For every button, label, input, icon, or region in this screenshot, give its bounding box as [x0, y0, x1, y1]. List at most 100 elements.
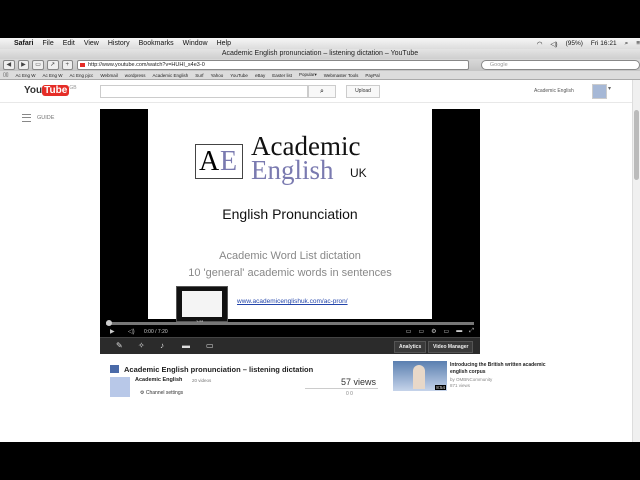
menu-edit[interactable]: Edit — [63, 40, 75, 47]
screen: Safari File Edit View History Bookmarks … — [0, 38, 640, 442]
like-bar — [305, 388, 378, 389]
progress-buffer — [106, 322, 474, 325]
user-name[interactable]: Academic English — [534, 88, 574, 94]
menu-file[interactable]: File — [42, 40, 53, 47]
analytics-button[interactable]: Analytics — [394, 341, 427, 353]
bookmark-item[interactable]: Yahoo — [211, 73, 224, 78]
page-scrollbar[interactable] — [632, 80, 640, 442]
menu-help[interactable]: Help — [217, 40, 231, 47]
yt-search-button[interactable]: ⌕ — [308, 85, 336, 98]
clock[interactable]: Fri 16:21 — [591, 40, 617, 47]
logo-tube: Tube — [42, 85, 70, 96]
slide-uk: UK — [350, 166, 367, 180]
channel-settings-link[interactable]: Channel settings — [140, 390, 183, 396]
video-manager-button[interactable]: Video Manager — [428, 341, 474, 353]
related-duration: 8:54 — [435, 385, 446, 390]
bookmark-item[interactable]: Popular▾ — [299, 72, 317, 78]
scroll-thumb[interactable] — [634, 110, 639, 180]
forward-button[interactable]: ▶ — [17, 60, 30, 70]
bookmark-item[interactable]: Academic English — [153, 73, 189, 78]
bookmark-item[interactable]: wordpress — [125, 73, 146, 78]
music-note-icon[interactable]: ♪ — [160, 341, 164, 350]
reading-list-icon[interactable]: ▯▯ — [3, 72, 9, 78]
ae-logo-box: A E — [195, 144, 243, 179]
pencil-icon[interactable]: ✎ — [116, 341, 123, 350]
magic-wand-icon[interactable]: ✧ — [138, 341, 145, 350]
bookmark-item[interactable]: Surf — [195, 73, 203, 78]
bookmark-item[interactable]: PayPal — [365, 73, 379, 78]
slide-subtitle-1: Academic Word List dictation — [219, 250, 361, 262]
bookmark-item[interactable]: Ac Eng W — [43, 73, 63, 78]
bookmarks-bar: ▯▯ Ac Eng W Ac Eng W Ac Eng pjcc Webmail… — [0, 71, 640, 80]
related-video-views: 871 views — [450, 383, 471, 388]
menu-extras: ◠ ◁) (95%) Fri 16:21 ⌕ ≡ — [529, 40, 640, 48]
related-thumb-person — [413, 365, 425, 389]
slide-url: www.academicenglishuk.com/ac-pron/ — [237, 298, 348, 305]
add-bookmark-button[interactable]: + — [61, 60, 74, 70]
menu-history[interactable]: History — [108, 40, 130, 47]
bookmark-item[interactable]: eBay — [255, 73, 265, 78]
progress-knob[interactable] — [106, 320, 112, 326]
seek-preview-image — [182, 291, 222, 317]
menu-view[interactable]: View — [84, 40, 99, 47]
guide-label: GUIDE — [37, 115, 55, 121]
gear-icon[interactable]: ⚙ — [431, 328, 436, 335]
menu-bookmarks[interactable]: Bookmarks — [139, 40, 174, 47]
captions-icon[interactable]: ▭ — [418, 328, 424, 335]
annotation-icon[interactable]: ▬ — [182, 341, 190, 350]
menu-window[interactable]: Window — [183, 40, 208, 47]
back-button[interactable]: ◀ — [3, 60, 15, 70]
resize-icon[interactable]: ▭ — [444, 328, 450, 335]
playlist-icon — [110, 365, 119, 373]
player-controls: ▶ ◁) 0:00 / 7:20 ▭ ▭ ⚙ ▭ ▬ ⤢ — [100, 327, 480, 337]
spotlight-icon[interactable]: ⌕ — [625, 40, 629, 48]
bookmark-item[interactable]: Ac Eng pjcc — [70, 73, 94, 78]
ae-logo-e: E — [220, 146, 238, 177]
volume-icon[interactable]: ◁) — [550, 40, 557, 48]
edit-bar: ✎ ✧ ♪ ▬ ▭ Analytics Video Manager — [100, 337, 480, 354]
upload-button[interactable]: Upload — [346, 85, 380, 98]
view-count: 57 views — [341, 377, 377, 387]
bookmark-item[interactable]: Webmail — [100, 73, 117, 78]
bookmark-item[interactable]: Webmaster Tools — [324, 73, 359, 78]
volume-icon[interactable]: ◁) — [128, 328, 135, 335]
related-video-thumbnail[interactable]: 8:54 — [393, 361, 447, 391]
related-video-title-line-2[interactable]: english corpus — [450, 369, 486, 375]
channel-name[interactable]: Academic English — [135, 377, 182, 383]
related-video-title[interactable]: Introducing the British written academic — [450, 362, 546, 368]
like-counts[interactable]: 0 0 — [346, 391, 353, 397]
battery-status[interactable]: (95%) — [566, 40, 583, 47]
browser-toolbar: ◀ ▶ ▭ ↗ + http://www.youtube.com/watch?v… — [0, 59, 640, 71]
address-text: http://www.youtube.com/watch?v=HUHI_s4e3… — [88, 62, 205, 68]
play-icon[interactable]: ▶ — [110, 328, 115, 335]
wifi-icon[interactable]: ◠ — [537, 40, 543, 48]
slide-title: English Pronunciation — [222, 206, 358, 222]
list-icon[interactable]: ≡ — [636, 40, 640, 47]
address-bar[interactable]: http://www.youtube.com/watch?v=HUHI_s4e3… — [77, 60, 470, 70]
annotations-icon[interactable]: ▭ — [406, 328, 412, 335]
channel-avatar[interactable] — [110, 377, 130, 397]
search-icon: ⌕ — [320, 88, 324, 95]
search-field[interactable]: Google — [480, 60, 640, 70]
youtube-logo[interactable]: You Tube GB — [24, 85, 77, 96]
youtube-page: You Tube GB ⌕ Upload Academic English ▾ GU… — [0, 80, 640, 442]
progress-bar[interactable] — [106, 320, 474, 326]
channel-video-count: 20 videos — [192, 378, 212, 383]
theater-icon[interactable]: ▬ — [456, 328, 462, 335]
fullscreen-icon[interactable]: ⤢ — [469, 328, 474, 335]
captions-edit-icon[interactable]: ▭ — [206, 341, 214, 350]
yt-header: You Tube GB ⌕ Upload Academic English ▾ — [0, 80, 632, 103]
guide-button[interactable]: GUIDE — [22, 114, 54, 122]
bookmark-item[interactable]: YouTube — [230, 73, 248, 78]
bookmark-item[interactable]: Easter list — [272, 73, 292, 78]
chevron-down-icon[interactable]: ▾ — [608, 85, 611, 92]
yt-search-input[interactable] — [100, 85, 308, 98]
avatar[interactable] — [592, 84, 607, 99]
time-display: 0:00 / 7:20 — [144, 329, 168, 335]
share-button[interactable]: ↗ — [46, 60, 59, 70]
sidebar-button[interactable]: ▭ — [32, 60, 44, 70]
video-player[interactable]: A E Academic English UK English Pronunci… — [100, 109, 480, 354]
logo-you: You — [24, 85, 43, 96]
bookmark-item[interactable]: Ac Eng W — [16, 73, 36, 78]
menu-safari[interactable]: Safari — [14, 40, 33, 47]
